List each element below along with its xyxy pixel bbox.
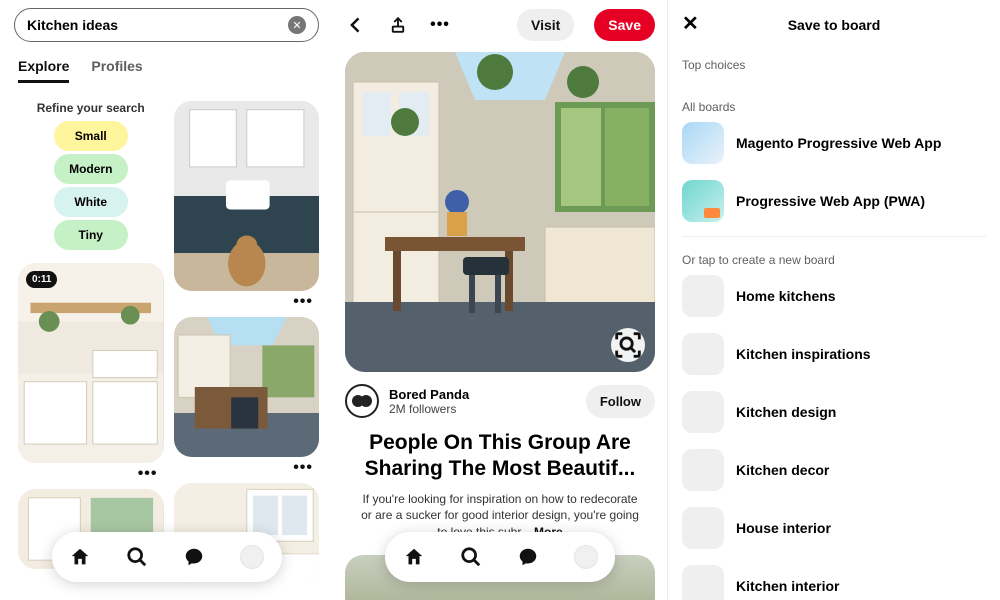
board-row[interactable]: Progressive Web App (PWA)	[682, 172, 986, 230]
section-top-choices: Top choices	[682, 58, 986, 72]
pin-hero-image[interactable]	[345, 52, 655, 372]
pin-overflow-icon[interactable]: •••	[174, 457, 320, 473]
follow-button[interactable]: Follow	[586, 385, 655, 418]
nav-messages-icon[interactable]	[517, 546, 539, 568]
visual-search-icon[interactable]	[611, 328, 645, 362]
board-name: Home kitchens	[736, 288, 836, 304]
board-thumbnail	[682, 449, 724, 491]
section-create-hint: Or tap to create a new board	[682, 253, 986, 267]
refine-block: Refine your search Small Modern White Ti…	[18, 101, 164, 253]
board-name: Kitchen interior	[736, 578, 839, 594]
detail-topbar: ••• Visit Save	[345, 8, 655, 42]
refine-chip[interactable]: Tiny	[54, 220, 128, 250]
creator-followers: 2M followers	[389, 402, 576, 416]
pin-image[interactable]	[174, 317, 320, 457]
divider	[682, 236, 986, 237]
results-masonry: Refine your search Small Modern White Ti…	[14, 101, 319, 583]
pin-card[interactable]: •••	[174, 101, 320, 307]
creator-name[interactable]: Bored Panda	[389, 387, 576, 402]
board-thumbnail	[682, 391, 724, 433]
visit-button[interactable]: Visit	[517, 9, 574, 41]
board-name: Kitchen decor	[736, 462, 829, 478]
refine-chip[interactable]: Small	[54, 121, 128, 151]
close-icon[interactable]: ✕	[682, 14, 704, 36]
pin-image[interactable]	[174, 101, 320, 291]
nav-profile-avatar[interactable]	[574, 545, 598, 569]
refine-heading: Refine your search	[18, 101, 164, 115]
nav-profile-avatar[interactable]	[240, 545, 264, 569]
masonry-col-left: Refine your search Small Modern White Ti…	[18, 101, 164, 583]
sheet-header: ✕ Save to board	[682, 8, 986, 42]
section-all-boards: All boards	[682, 100, 986, 114]
suggested-board-row[interactable]: Home kitchens	[682, 267, 986, 325]
tab-explore[interactable]: Explore	[18, 58, 69, 83]
board-name: Progressive Web App (PWA)	[736, 193, 925, 209]
share-icon[interactable]	[387, 14, 409, 36]
save-sheet: ✕ Save to board Top choices All boards M…	[667, 0, 1000, 600]
search-bar[interactable]: ✕	[14, 8, 319, 42]
overflow-icon[interactable]: •••	[429, 14, 451, 36]
nav-home-icon[interactable]	[69, 546, 91, 568]
sheet-title: Save to board	[682, 17, 986, 33]
clear-search-icon[interactable]: ✕	[288, 16, 306, 34]
tab-profiles[interactable]: Profiles	[91, 58, 142, 83]
bottom-nav	[385, 532, 615, 582]
pin-card[interactable]: •••	[174, 317, 320, 473]
back-icon[interactable]	[345, 14, 367, 36]
refine-chip[interactable]: White	[54, 187, 128, 217]
suggested-board-row[interactable]: Kitchen inspirations	[682, 325, 986, 383]
board-thumbnail	[682, 333, 724, 375]
nav-search-icon[interactable]	[460, 546, 482, 568]
search-input[interactable]	[27, 17, 288, 33]
nav-search-icon[interactable]	[126, 546, 148, 568]
search-tabs: Explore Profiles	[18, 58, 319, 83]
board-name: Kitchen design	[736, 404, 836, 420]
save-button[interactable]: Save	[594, 9, 655, 41]
suggested-board-row[interactable]: Kitchen interior	[682, 557, 986, 600]
bottom-nav	[52, 532, 282, 582]
pin-overflow-icon[interactable]: •••	[18, 463, 164, 479]
board-thumbnail	[682, 565, 724, 600]
suggested-board-row[interactable]: House interior	[682, 499, 986, 557]
nav-messages-icon[interactable]	[183, 546, 205, 568]
pin-card[interactable]: 0:11 •••	[18, 263, 164, 479]
suggested-board-row[interactable]: Kitchen decor	[682, 441, 986, 499]
masonry-col-right: ••• •••	[174, 101, 320, 583]
search-screen: ✕ Explore Profiles Refine your search Sm…	[0, 0, 333, 600]
board-row[interactable]: Magento Progressive Web App	[682, 114, 986, 172]
suggested-board-row[interactable]: Kitchen design	[682, 383, 986, 441]
video-duration-badge: 0:11	[26, 271, 57, 288]
nav-home-icon[interactable]	[403, 546, 425, 568]
pin-detail-screen: ••• Visit Save	[333, 0, 667, 600]
pin-overflow-icon[interactable]: •••	[174, 291, 320, 307]
board-thumbnail	[682, 122, 724, 164]
refine-chip[interactable]: Modern	[54, 154, 128, 184]
board-thumbnail	[682, 275, 724, 317]
board-name: Kitchen inspirations	[736, 346, 871, 362]
board-name: House interior	[736, 520, 831, 536]
board-thumbnail	[682, 507, 724, 549]
board-thumbnail	[682, 180, 724, 222]
pin-title: People On This Group Are Sharing The Mos…	[345, 430, 655, 483]
creator-row: Bored Panda 2M followers Follow	[345, 384, 655, 418]
pin-image[interactable]: 0:11	[18, 263, 164, 463]
board-name: Magento Progressive Web App	[736, 135, 941, 151]
creator-avatar[interactable]	[345, 384, 379, 418]
